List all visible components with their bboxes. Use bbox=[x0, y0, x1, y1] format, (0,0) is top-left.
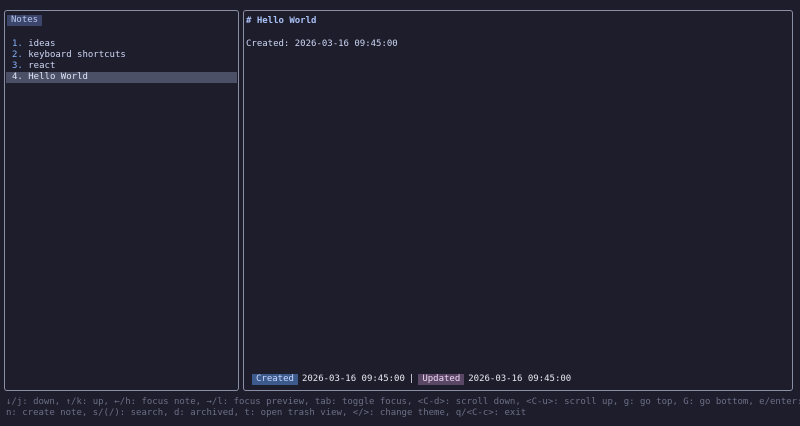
notes-pane-title: Notes bbox=[7, 15, 43, 26]
created-badge: Created bbox=[252, 374, 298, 385]
list-item[interactable]: 3. react bbox=[6, 61, 237, 72]
list-item-selected[interactable]: 4. Hello World bbox=[6, 72, 237, 83]
list-item[interactable]: 2. keyboard shortcuts bbox=[6, 50, 237, 61]
updated-value: 2026-03-16 09:45:00 bbox=[468, 374, 572, 384]
help-line-1: ↓/j: down, ↑/k: up, ←/h: focus note, →/l… bbox=[6, 397, 800, 407]
list-item[interactable]: 1. ideas bbox=[6, 39, 237, 50]
keybinding-help: ↓/j: down, ↑/k: up, ←/h: focus note, →/l… bbox=[6, 397, 800, 419]
notes-list-pane[interactable]: Notes 1. ideas 2. keyboard shortcuts 3. … bbox=[4, 10, 239, 391]
help-line-2: n: create note, s/(/): search, d: archiv… bbox=[6, 408, 527, 418]
terminal-window: Notes 1. ideas 2. keyboard shortcuts 3. … bbox=[0, 0, 800, 426]
created-value: 2026-03-16 09:45:00 bbox=[301, 374, 405, 384]
meta-separator: | bbox=[408, 374, 415, 384]
updated-badge: Updated bbox=[418, 374, 465, 385]
note-preview-pane[interactable]: # Hello World Created: 2026-03-16 09:45:… bbox=[243, 10, 793, 391]
preview-body: Created: 2026-03-16 09:45:00 bbox=[246, 39, 398, 49]
metadata-bar: Created 2026-03-16 09:45:00 | Updated 20… bbox=[252, 374, 575, 385]
notes-list: 1. ideas 2. keyboard shortcuts 3. react … bbox=[6, 39, 237, 83]
preview-heading: # Hello World bbox=[246, 16, 317, 26]
